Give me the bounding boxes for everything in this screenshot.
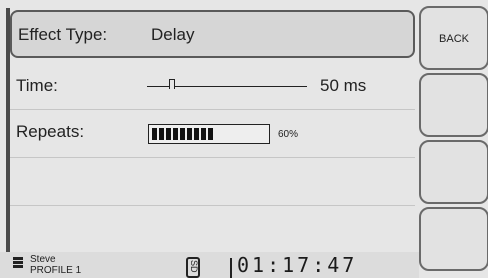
repeats-meter-segment [152, 128, 157, 140]
profile-name: PROFILE 1 [30, 265, 82, 276]
effect-type-row[interactable]: Effect Type: Delay [10, 10, 415, 58]
empty-row [10, 206, 415, 254]
side-button-3[interactable] [419, 140, 488, 204]
time-row[interactable]: Time: 50 ms [10, 62, 415, 110]
repeats-percent: 60% [278, 129, 299, 140]
repeats-meter-segment [173, 128, 178, 140]
time-value: 50 ms [320, 76, 367, 95]
effect-type-label: Effect Type: [18, 25, 108, 44]
back-button[interactable]: BACK [419, 6, 488, 70]
repeats-row[interactable]: Repeats: 60% [10, 110, 415, 158]
side-button-column: BACK [419, 0, 488, 278]
sd-card-label: SD [189, 260, 199, 273]
repeats-meter[interactable] [148, 124, 270, 144]
empty-row [10, 158, 415, 206]
back-button-label: BACK [439, 33, 469, 45]
status-bar: Steve PROFILE 1 SD 01:17:47 [0, 252, 419, 278]
sd-card-icon: SD [186, 257, 200, 278]
repeats-meter-segment [180, 128, 185, 140]
time-label: Time: [16, 76, 58, 95]
effect-settings-screen: Effect Type: Delay Time: 50 ms Repeats: … [0, 0, 488, 278]
repeats-meter-segment [194, 128, 199, 140]
user-icon [13, 257, 23, 268]
repeats-meter-segment [208, 128, 213, 140]
repeats-label: Repeats: [16, 122, 85, 141]
clock-display: 01:17:47 [237, 253, 358, 277]
side-button-4[interactable] [419, 207, 488, 271]
user-name: Steve [30, 254, 56, 265]
settings-list: Effect Type: Delay Time: 50 ms Repeats: … [10, 6, 418, 252]
side-button-2[interactable] [419, 73, 488, 137]
clock-divider [230, 258, 232, 278]
effect-type-value: Delay [151, 25, 195, 44]
time-slider-handle[interactable] [169, 79, 175, 89]
repeats-meter-segment [166, 128, 171, 140]
repeats-meter-segment [201, 128, 206, 140]
repeats-meter-segment [187, 128, 192, 140]
repeats-meter-segment [159, 128, 164, 140]
